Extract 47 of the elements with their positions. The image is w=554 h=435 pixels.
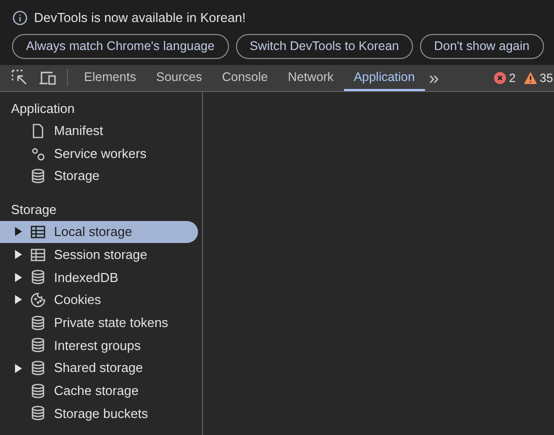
expand-arrow-icon[interactable]	[15, 227, 22, 236]
info-icon	[12, 10, 28, 26]
infobar-message: DevTools is now available in Korean!	[34, 9, 246, 27]
database-icon	[30, 382, 46, 399]
sidebar-item[interactable]: Interest groups	[0, 334, 198, 357]
sidebar-item[interactable]: Service workers	[0, 142, 198, 165]
sidebar-item[interactable]: Cookies	[0, 288, 198, 312]
warning-icon	[524, 72, 537, 84]
error-count: 2	[508, 70, 516, 86]
device-toolbar-icon[interactable]	[39, 70, 57, 86]
expand-arrow-icon[interactable]	[15, 364, 22, 373]
sidebar-item[interactable]: Storage	[0, 164, 198, 188]
database-icon	[30, 314, 46, 331]
error-icon	[494, 72, 506, 84]
table-icon	[30, 246, 46, 263]
sidebar-item[interactable]: IndexedDB	[0, 266, 198, 289]
file-icon	[30, 122, 46, 139]
database-icon	[30, 168, 46, 184]
panel-tab[interactable]: Console	[212, 64, 278, 90]
warning-count: 35	[540, 70, 553, 86]
inspect-icon[interactable]	[11, 69, 28, 86]
cookie-icon	[30, 292, 46, 308]
sidebar-item[interactable]: Local storage	[0, 220, 198, 244]
panel-tab[interactable]: Elements	[74, 64, 146, 90]
database-icon	[30, 405, 46, 422]
expand-arrow-icon[interactable]	[15, 250, 22, 260]
database-icon	[30, 269, 46, 286]
expand-arrow-icon[interactable]	[15, 272, 22, 282]
infobar-button[interactable]: Switch DevTools to Korean	[236, 34, 413, 58]
sidebar-item[interactable]: Cache storage	[0, 379, 198, 402]
sidebar-item[interactable]: Storage buckets	[0, 402, 198, 425]
more-tabs-button[interactable]: »	[424, 68, 443, 86]
section-title: Application	[10, 100, 76, 118]
database-icon	[30, 360, 46, 376]
infobar-button[interactable]: Always match Chrome's language	[12, 34, 229, 58]
expand-arrow-icon[interactable]	[15, 295, 22, 304]
sidebar-item[interactable]: Shared storage	[0, 356, 198, 380]
panel-tab[interactable]: Sources	[146, 64, 212, 90]
infobar-button[interactable]: Don't show again	[420, 34, 544, 58]
sidebar-item[interactable]: Session storage	[0, 243, 198, 266]
table-icon	[30, 224, 46, 240]
panel-tab[interactable]: Network	[278, 64, 344, 90]
database-icon	[30, 337, 46, 354]
sidebar-item[interactable]: Manifest	[0, 120, 198, 142]
sidebar-item[interactable]: Private state tokens	[0, 311, 198, 334]
panel-tab[interactable]: Application	[344, 64, 425, 90]
section-title: Storage	[10, 200, 58, 219]
